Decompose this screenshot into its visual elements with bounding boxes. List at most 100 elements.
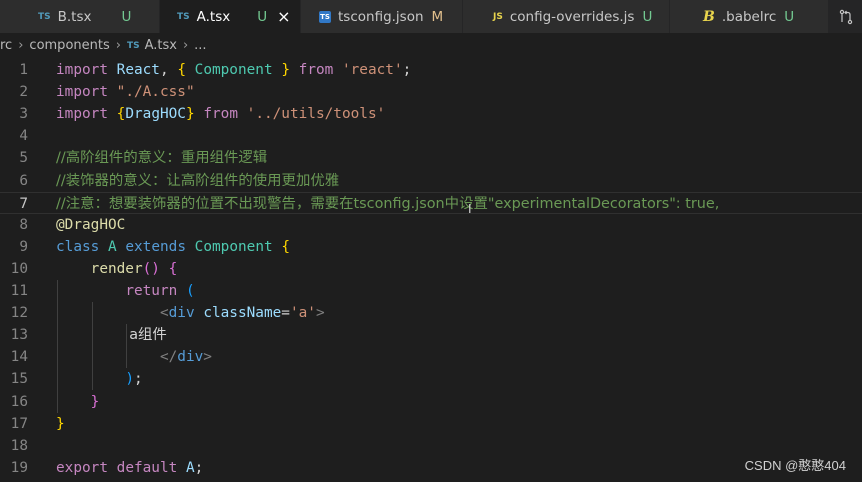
code-text: } (56, 413, 65, 435)
code-token: } (56, 415, 65, 432)
code-line[interactable]: 4 (0, 125, 862, 147)
code-text: render() { (56, 258, 178, 280)
code-line[interactable]: 9 class A extends Component { (0, 236, 862, 258)
tab-bar: TS B.tsx U TS A.tsx U × TS tsconfig.json… (0, 0, 862, 33)
code-line[interactable]: 18 (0, 435, 862, 457)
chevron-right-icon: › (182, 38, 189, 53)
code-token: ; (133, 371, 143, 388)
code-token: return (125, 283, 178, 299)
code-line[interactable]: 12 <div className='a'> (0, 302, 862, 324)
line-number: 17 (10, 415, 28, 432)
code-token: { (177, 62, 186, 78)
tab-config-overrides-js[interactable]: JS config-overrides.js U (463, 0, 670, 33)
javascript-icon: JS (493, 11, 503, 22)
tab-a-tsx[interactable]: TS A.tsx U × (160, 0, 301, 33)
source-control-compare-icon[interactable] (829, 0, 862, 33)
code-text: //装饰器的意义：让高阶组件的使用更加优雅 (56, 170, 339, 192)
code-line[interactable]: 10 render() { (0, 258, 862, 280)
code-token: < (159, 305, 169, 322)
indent-guide (91, 302, 93, 391)
code-line[interactable]: 11 return ( (0, 280, 862, 302)
line-number: 15 (10, 371, 28, 388)
code-line[interactable]: 14 </div> (0, 346, 862, 368)
code-line[interactable]: 17} (0, 413, 862, 435)
code-line[interactable]: 5 //高阶组件的意义：重用组件逻辑 (0, 147, 862, 169)
tab-label: .babelrc (721, 8, 777, 25)
code-line[interactable]: 16 } (0, 391, 862, 413)
code-token: } (281, 62, 290, 78)
line-number: 9 (19, 238, 28, 255)
tab-status: U (121, 8, 132, 25)
line-number: 6 (19, 172, 28, 189)
close-icon[interactable]: × (277, 7, 290, 26)
line-number: 14 (10, 349, 28, 366)
tab-label: A.tsx (196, 8, 231, 25)
tab-tsconfig-json[interactable]: TS tsconfig.json M (301, 0, 463, 33)
tab-b-tsx[interactable]: TS B.tsx U (0, 0, 160, 33)
code-token: class (56, 238, 100, 255)
code-line[interactable]: 3 import {DragHOC} from '../utils/tools' (0, 103, 862, 125)
code-token: 'a' (289, 305, 316, 322)
code-line[interactable]: 7 //注意：想要装饰器的位置不出现警告，需要在tsconfig.json中设置"… (0, 191, 862, 214)
code-line[interactable]: 13 a组件 (0, 324, 862, 346)
code-token: a组件 (56, 327, 167, 344)
code-token: DragHOC (125, 106, 186, 123)
code-token: className (203, 305, 282, 322)
line-number: 8 (19, 216, 28, 233)
code-line[interactable]: 8 @DragHOC (0, 214, 862, 236)
code-token: A (185, 459, 195, 476)
tab-label: tsconfig.json (338, 8, 424, 25)
code-token: "./A.css" (116, 84, 195, 101)
code-token: = (281, 305, 290, 322)
code-token: } (90, 393, 100, 410)
breadcrumb-file[interactable]: A.tsx (145, 38, 177, 53)
code-token: Component (194, 238, 273, 255)
code-token: } (185, 106, 195, 123)
code-text: </div> (56, 346, 212, 368)
code-line[interactable]: 19 export default A; (0, 457, 862, 479)
code-text: a组件 (56, 324, 167, 346)
code-token: 'react' (341, 62, 403, 78)
code-token: React (116, 62, 160, 78)
code-text: ); (56, 368, 143, 390)
code-line[interactable]: 1 import React, { Component } from 'react… (0, 59, 862, 81)
code-token: > (315, 305, 325, 322)
code-token: ) (125, 371, 134, 388)
breadcrumb-symbols[interactable]: ... (194, 38, 206, 53)
code-token: from (203, 106, 238, 123)
code-editor[interactable]: 1 import React, { Component } from 'react… (0, 58, 862, 482)
breadcrumb-src[interactable]: rc (0, 38, 12, 53)
code-line[interactable]: 2 import "./A.css" (0, 81, 862, 103)
tab-babelrc[interactable]: B .babelrc U (670, 0, 829, 33)
code-token: export (56, 459, 108, 476)
tab-label: B.tsx (57, 8, 92, 25)
code-token: ( (185, 283, 195, 299)
code-line[interactable]: 15 ); (0, 368, 862, 390)
tsconfig-icon: TS (319, 10, 331, 23)
code-line[interactable]: 6 //装饰器的意义：让高阶组件的使用更加优雅 (0, 170, 862, 192)
code-text: import "./A.css" (56, 81, 195, 103)
babel-icon: B (703, 8, 715, 25)
line-number: 2 (19, 84, 28, 101)
line-number: 4 (19, 128, 28, 145)
line-number: 18 (10, 437, 28, 454)
breadcrumb-components[interactable]: components (29, 38, 109, 53)
code-text: class A extends Component { (56, 236, 290, 258)
code-token: default (116, 459, 178, 476)
chevron-right-icon: › (115, 38, 121, 53)
code-token: //高阶组件的意义：重用组件逻辑 (56, 150, 268, 167)
code-token: ; (402, 62, 412, 78)
